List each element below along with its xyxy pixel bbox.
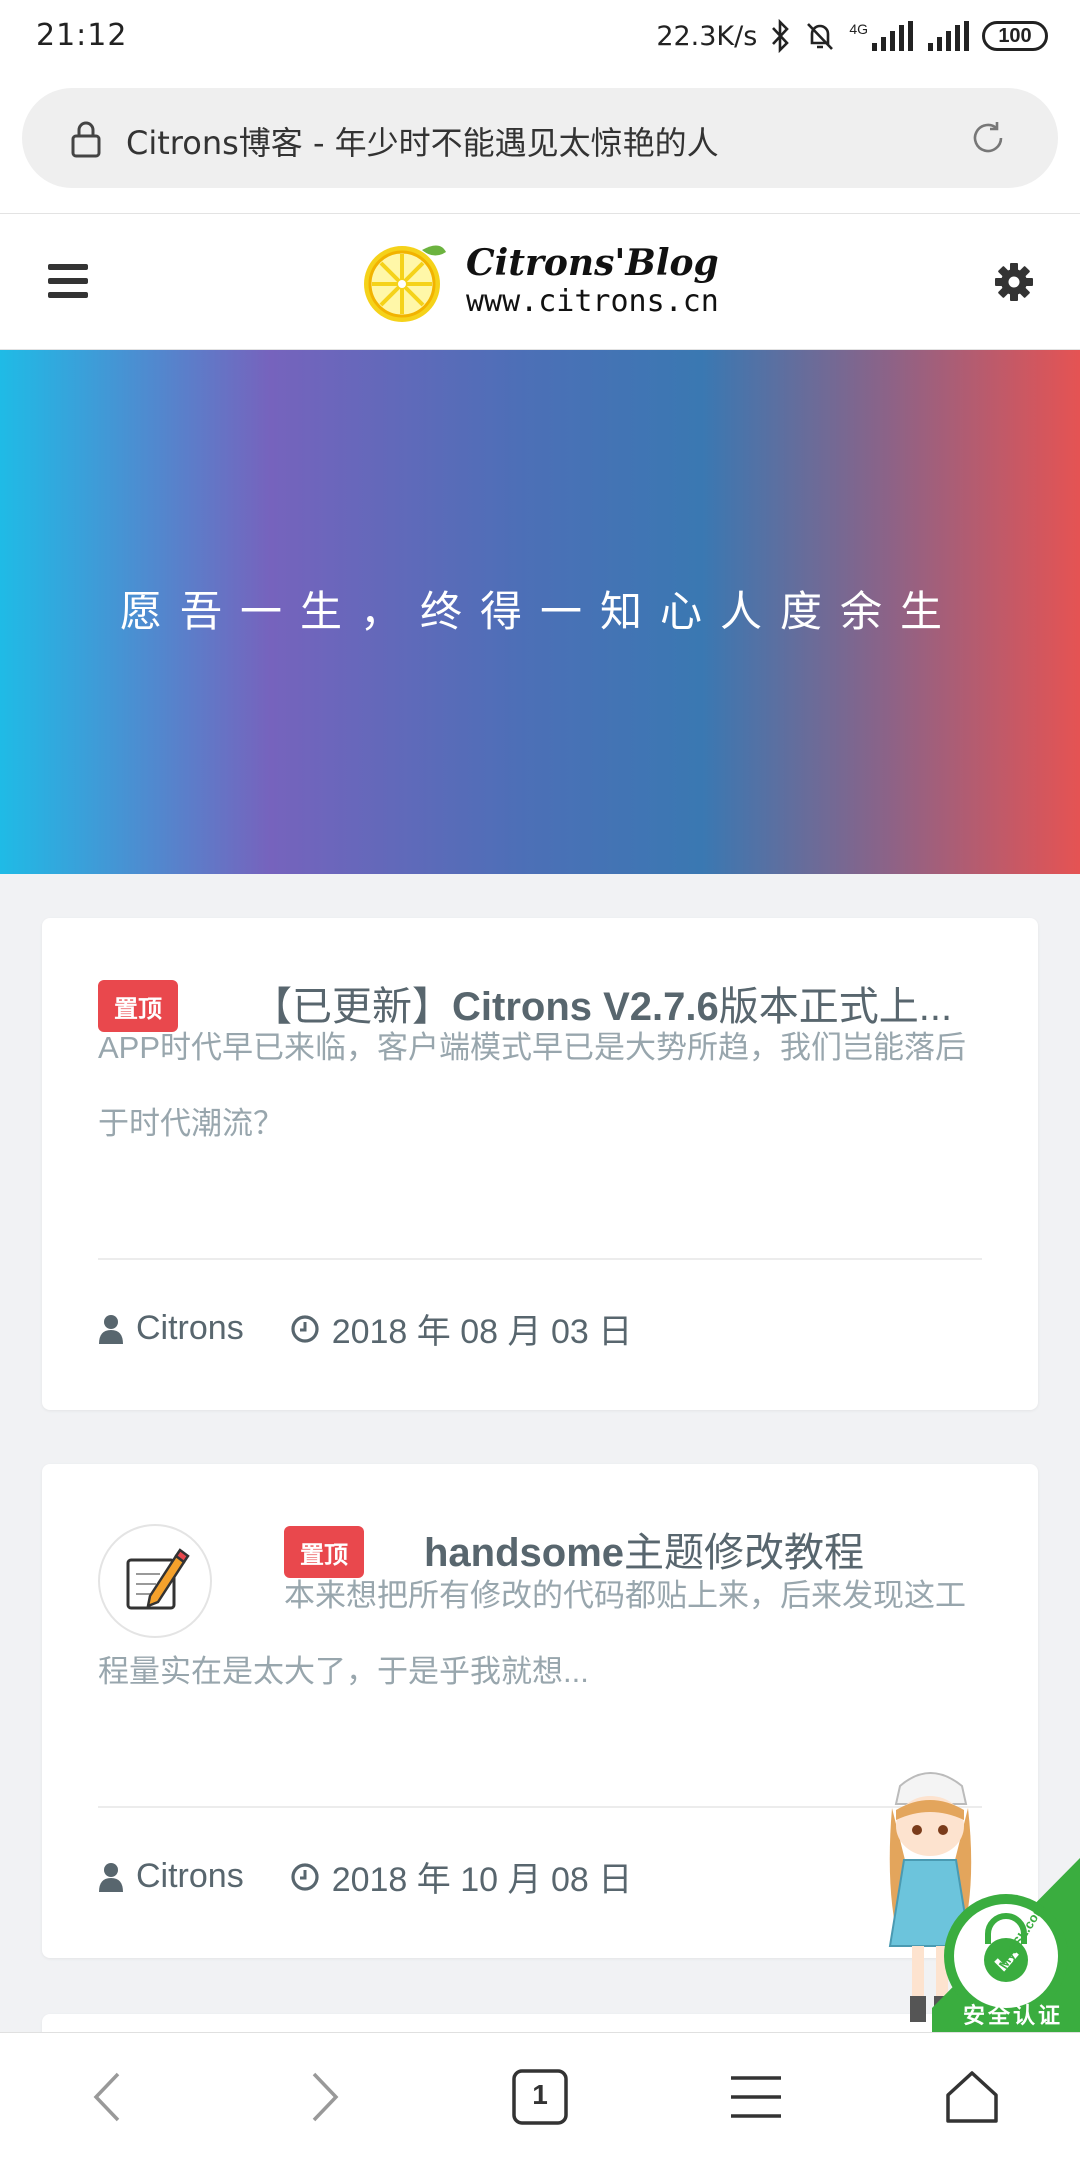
clock-icon bbox=[291, 1862, 319, 1891]
bluetooth-icon bbox=[772, 19, 790, 53]
site-logo[interactable]: Citrons'Blog www.citrons.cn bbox=[362, 238, 719, 324]
mute-icon bbox=[807, 23, 834, 50]
address-title: Citrons博客 - 年少时不能遇见太惊艳的人 bbox=[126, 124, 719, 162]
network-type: 4G bbox=[849, 21, 868, 37]
ssl-label: 安全认证 bbox=[962, 2003, 1063, 2028]
browser-bottom-nav: 1 bbox=[0, 2032, 1080, 2160]
banner-slogan: 愿吾一生，终得一知心人度余生 bbox=[119, 587, 960, 636]
ssl-badge[interactable]: MySSL.com 安全认证 bbox=[932, 1858, 1080, 2034]
post-meta: Citrons 2018 年 10 月 08 日 bbox=[98, 1852, 632, 1901]
back-button[interactable] bbox=[48, 2047, 168, 2147]
clock-icon bbox=[291, 1314, 319, 1343]
home-icon bbox=[946, 2070, 998, 2123]
lemon-logo-icon bbox=[364, 245, 446, 322]
forward-button[interactable] bbox=[264, 2047, 384, 2147]
logo-title: Citrons'Blog bbox=[466, 242, 719, 284]
battery-icon: 100 bbox=[982, 21, 1048, 51]
post-excerpt: 本来想把所有修改的代码都贴上来，后来发现这工程量实在是太大了，于是乎我就想... bbox=[98, 1578, 966, 1689]
tab-count: 1 bbox=[532, 2078, 548, 2110]
card-divider bbox=[98, 1806, 982, 1808]
lock-icon bbox=[71, 121, 101, 158]
browser-toolbar: Citrons博客 - 年少时不能遇见太惊艳的人 bbox=[0, 74, 1080, 214]
post-meta: Citrons 2018 年 08 月 03 日 bbox=[98, 1304, 632, 1353]
card-divider bbox=[98, 1258, 982, 1260]
post-date-text: 2018 年 08 月 03 日 bbox=[331, 1313, 633, 1351]
network-speed: 22.3K/s bbox=[656, 20, 758, 52]
post-author-name: Citrons bbox=[136, 1857, 244, 1895]
signal-icon bbox=[928, 21, 969, 51]
menu-icon bbox=[731, 2075, 781, 2118]
post-author-name: Citrons bbox=[136, 1309, 244, 1347]
user-icon bbox=[99, 1314, 123, 1344]
back-icon bbox=[93, 2072, 120, 2121]
menu-icon[interactable] bbox=[48, 264, 88, 300]
status-bar: 21:12 22.3K/s 4G 100 bbox=[0, 0, 1080, 74]
hero-banner: 愿吾一生，终得一知心人度余生 bbox=[0, 350, 1080, 874]
home-button[interactable] bbox=[912, 2047, 1032, 2147]
gear-icon[interactable] bbox=[994, 262, 1034, 302]
post-excerpt: APP时代早已来临，客户端模式早已是大势所趋，我们岂能落后于时代潮流？ bbox=[98, 1030, 967, 1141]
post-author[interactable]: Citrons bbox=[98, 1857, 244, 1896]
post-card[interactable]: 置顶 【已更新】Citrons V2.7.6版本正式上... APP时代早已来临… bbox=[42, 918, 1038, 1410]
reload-icon[interactable] bbox=[968, 118, 1008, 158]
site-header: Citrons'Blog www.citrons.cn bbox=[0, 214, 1080, 350]
post-date: 2018 年 10 月 08 日 bbox=[290, 1852, 633, 1901]
user-icon bbox=[99, 1862, 123, 1892]
forward-icon bbox=[312, 2072, 339, 2121]
address-bar[interactable]: Citrons博客 - 年少时不能遇见太惊艳的人 bbox=[22, 88, 1058, 188]
status-icons: 22.3K/s 4G 100 bbox=[656, 14, 1048, 58]
post-date-text: 2018 年 10 月 08 日 bbox=[331, 1861, 633, 1899]
post-author[interactable]: Citrons bbox=[98, 1309, 244, 1348]
signal-icon bbox=[872, 21, 913, 51]
network-type-wrap: 4G bbox=[849, 21, 914, 51]
logo-url: www.citrons.cn bbox=[466, 284, 719, 319]
post-date: 2018 年 08 月 03 日 bbox=[290, 1304, 633, 1353]
menu-button[interactable] bbox=[696, 2047, 816, 2147]
tabs-button[interactable]: 1 bbox=[480, 2047, 600, 2147]
status-time: 21:12 bbox=[36, 18, 128, 53]
